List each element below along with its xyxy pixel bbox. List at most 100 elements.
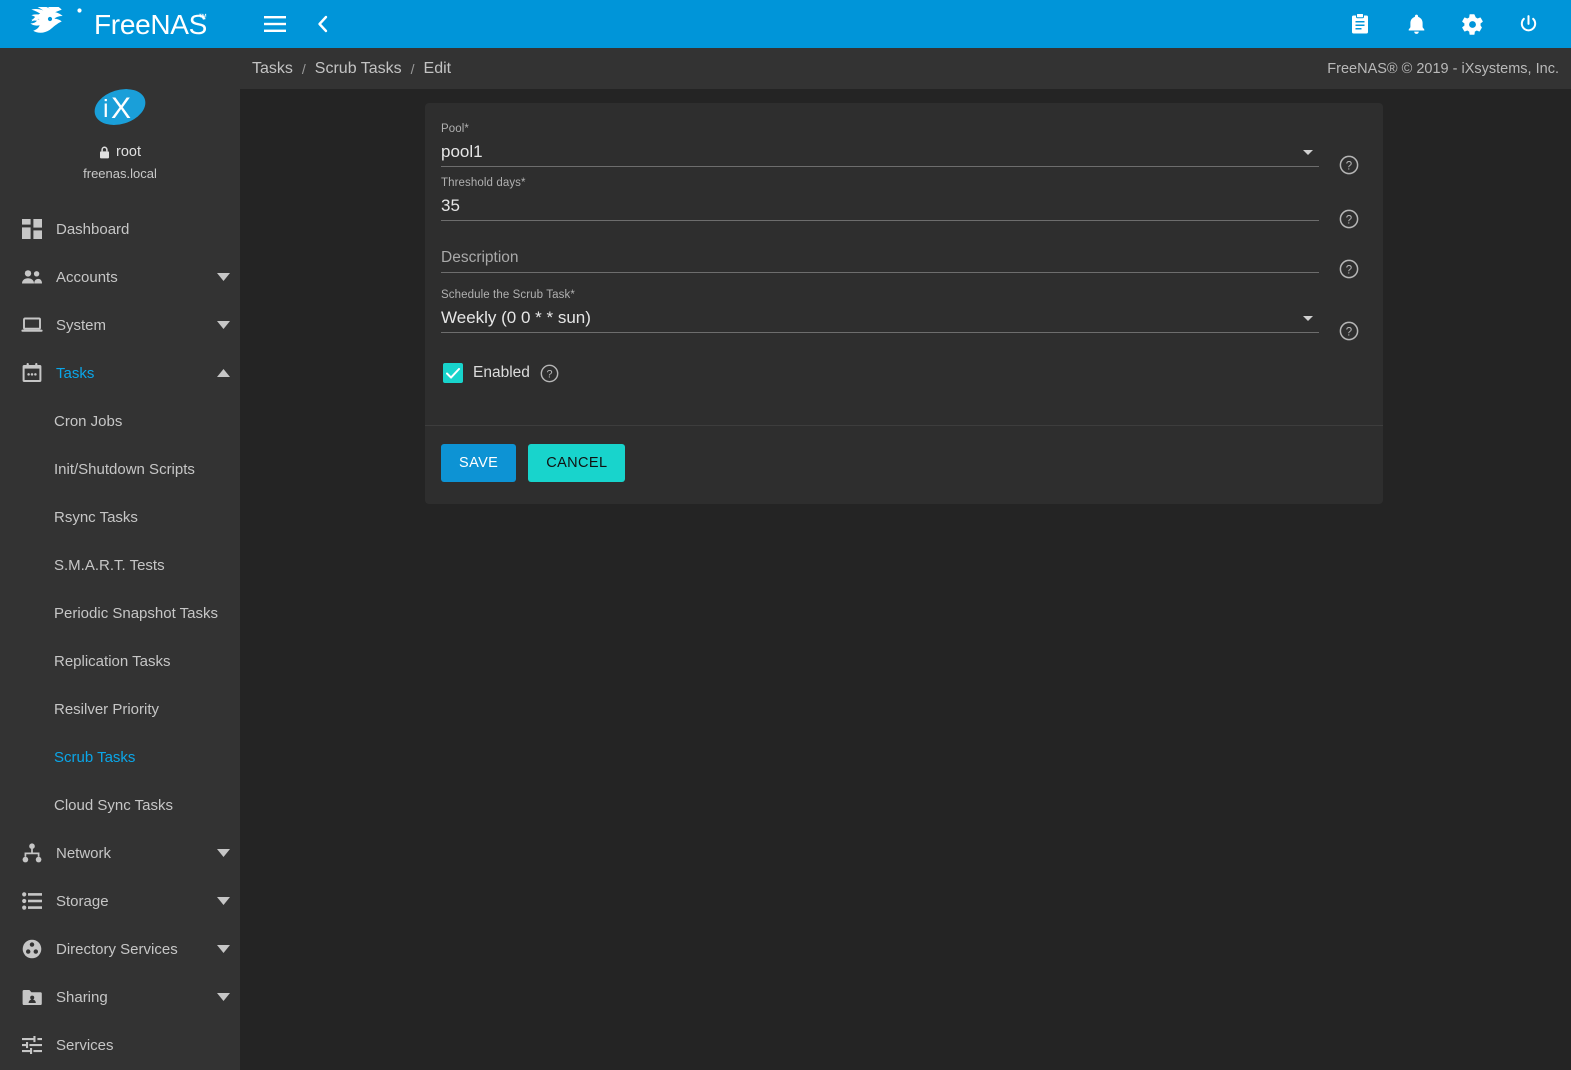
field-threshold-days-label: Threshold days* [441,175,1319,191]
tasks-calendar-icon [12,363,52,383]
threshold-days-value: 35 [441,196,460,215]
services-sliders-icon [12,1036,52,1054]
chevron-up-icon[interactable] [206,369,240,377]
chevron-down-icon[interactable] [206,321,240,329]
hostname-label: freenas.local [83,166,157,181]
tasks-manager-icon[interactable] [1343,7,1377,41]
sidebar-subitem-label: Scrub Tasks [54,748,136,766]
field-schedule-inner: Schedule the Scrub Task* Weekly (0 0 * *… [441,287,1363,333]
svg-text:i: i [103,95,109,123]
sidebar-item-label: System [56,316,107,334]
schedule-select[interactable]: Weekly (0 0 * * sun) [441,303,1319,333]
sidebar-item-services[interactable]: Services [0,1021,240,1069]
pool-select[interactable]: pool1 [441,137,1319,167]
enabled-checkbox[interactable] [443,363,463,383]
power-icon[interactable] [1511,7,1545,41]
settings-gear-icon[interactable] [1455,7,1489,41]
sidebar-item-dashboard[interactable]: Dashboard [0,205,240,253]
required-marker: * [521,177,526,189]
breadcrumb: Tasks / Scrub Tasks / Edit [250,60,453,78]
field-threshold-days-label-text: Threshold days [441,177,522,189]
svg-text:™: ™ [198,12,207,22]
help-circle-icon[interactable]: ? [1339,259,1359,279]
sidebar-item-tasks[interactable]: Tasks [0,349,240,397]
chevron-left-icon[interactable] [306,7,340,41]
sidebar-menu: Dashboard Accounts System Tasks Cron Job… [0,205,240,1069]
field-threshold-days-inner: Threshold days* 35 [441,175,1363,221]
breadcrumb-separator: / [301,60,306,77]
sidebar-item-label: Network [56,844,112,862]
field-pool-label: Pool* [441,121,1319,137]
user-info-block: i X root freenas.local [0,48,240,197]
sidebar-subitem-label: Cron Jobs [54,412,123,430]
sidebar-item-sharing[interactable]: Sharing [0,973,240,1021]
breadcrumb-item-tasks[interactable]: Tasks [250,60,295,78]
chevron-down-icon [1303,150,1313,155]
svg-text:?: ? [1346,326,1352,338]
copyright-text: FreeNAS® © 2019 - iXsystems, Inc. [1327,60,1559,77]
chevron-down-icon[interactable] [206,273,240,281]
cancel-button[interactable]: CANCEL [528,444,626,482]
storage-list-icon [12,892,52,910]
chevron-down-icon[interactable] [206,945,240,953]
description-input[interactable]: Description [441,243,1319,273]
enabled-label: Enabled [473,364,530,381]
ix-systems-logo: i X [94,89,146,125]
sidebar-item-label: Directory Services [56,940,178,958]
sidebar-item-init-shutdown-scripts[interactable]: Init/Shutdown Scripts [0,445,240,493]
sidebar-subitem-label: S.M.A.R.T. Tests [54,556,165,574]
pool-select-value: pool1 [441,142,483,161]
hamburger-menu-icon[interactable] [258,7,292,41]
threshold-days-input[interactable]: 35 [441,191,1319,221]
sidebar-item-directory-services[interactable]: Directory Services [0,925,240,973]
sidebar-item-cron-jobs[interactable]: Cron Jobs [0,397,240,445]
breadcrumb-item-edit: Edit [423,59,452,77]
help-circle-icon[interactable]: ? [1339,209,1359,229]
accounts-people-icon [12,269,52,285]
chevron-down-icon[interactable] [206,993,240,1001]
sidebar-subitem-label: Init/Shutdown Scripts [54,460,195,478]
help-circle-icon[interactable]: ? [1339,321,1359,341]
field-description: Description ? [441,243,1363,279]
sidebar-subitem-label: Replication Tasks [54,652,171,670]
field-description-inner: Description [441,243,1363,273]
schedule-select-value: Weekly (0 0 * * sun) [441,308,591,327]
lock-icon [100,146,109,158]
sidebar-item-resilver-priority[interactable]: Resilver Priority [0,685,240,733]
field-schedule: Schedule the Scrub Task* Weekly (0 0 * *… [441,287,1363,341]
sidebar-item-rsync-tasks[interactable]: Rsync Tasks [0,493,240,541]
dashboard-icon [12,219,52,239]
required-marker: * [570,289,575,301]
form-fields-container: Pool* pool1 ? Threshold days* 35 ? Descr… [425,103,1383,425]
sidebar-item-label: Dashboard [56,220,130,238]
sidebar-item-system[interactable]: System [0,301,240,349]
main-content-area: Pool* pool1 ? Threshold days* 35 ? Descr… [240,89,1571,1070]
network-icon [12,843,52,863]
save-button[interactable]: SAVE [441,444,517,482]
sidebar-item-scrub-tasks[interactable]: Scrub Tasks [0,733,240,781]
sidebar-item-smart-tests[interactable]: S.M.A.R.T. Tests [0,541,240,589]
help-circle-icon[interactable]: ? [540,364,559,383]
sidebar-item-network[interactable]: Network [0,829,240,877]
chevron-down-icon [1303,316,1313,321]
breadcrumb-separator: / [410,60,415,77]
chevron-down-icon[interactable] [206,897,240,905]
freenas-logo[interactable]: FreeNAS ™ [0,0,240,48]
svg-text:?: ? [1346,160,1352,172]
chevron-down-icon[interactable] [206,849,240,857]
sidebar-item-storage[interactable]: Storage [0,877,240,925]
topbar-action-icons [1343,7,1571,41]
field-pool-inner: Pool* pool1 [441,121,1363,167]
sharing-folder-icon [12,989,52,1006]
sidebar-navigation: i X root freenas.local Dashboard Account… [0,48,240,1070]
sidebar-item-replication-tasks[interactable]: Replication Tasks [0,637,240,685]
svg-text:?: ? [1346,264,1352,276]
field-schedule-label: Schedule the Scrub Task* [441,287,1319,303]
notifications-bell-icon[interactable] [1399,7,1433,41]
help-circle-icon[interactable]: ? [1339,155,1359,175]
current-user: root [99,144,141,160]
sidebar-item-cloud-sync-tasks[interactable]: Cloud Sync Tasks [0,781,240,829]
sidebar-item-accounts[interactable]: Accounts [0,253,240,301]
sidebar-item-periodic-snapshot-tasks[interactable]: Periodic Snapshot Tasks [0,589,240,637]
breadcrumb-item-scrub-tasks[interactable]: Scrub Tasks [313,60,404,78]
